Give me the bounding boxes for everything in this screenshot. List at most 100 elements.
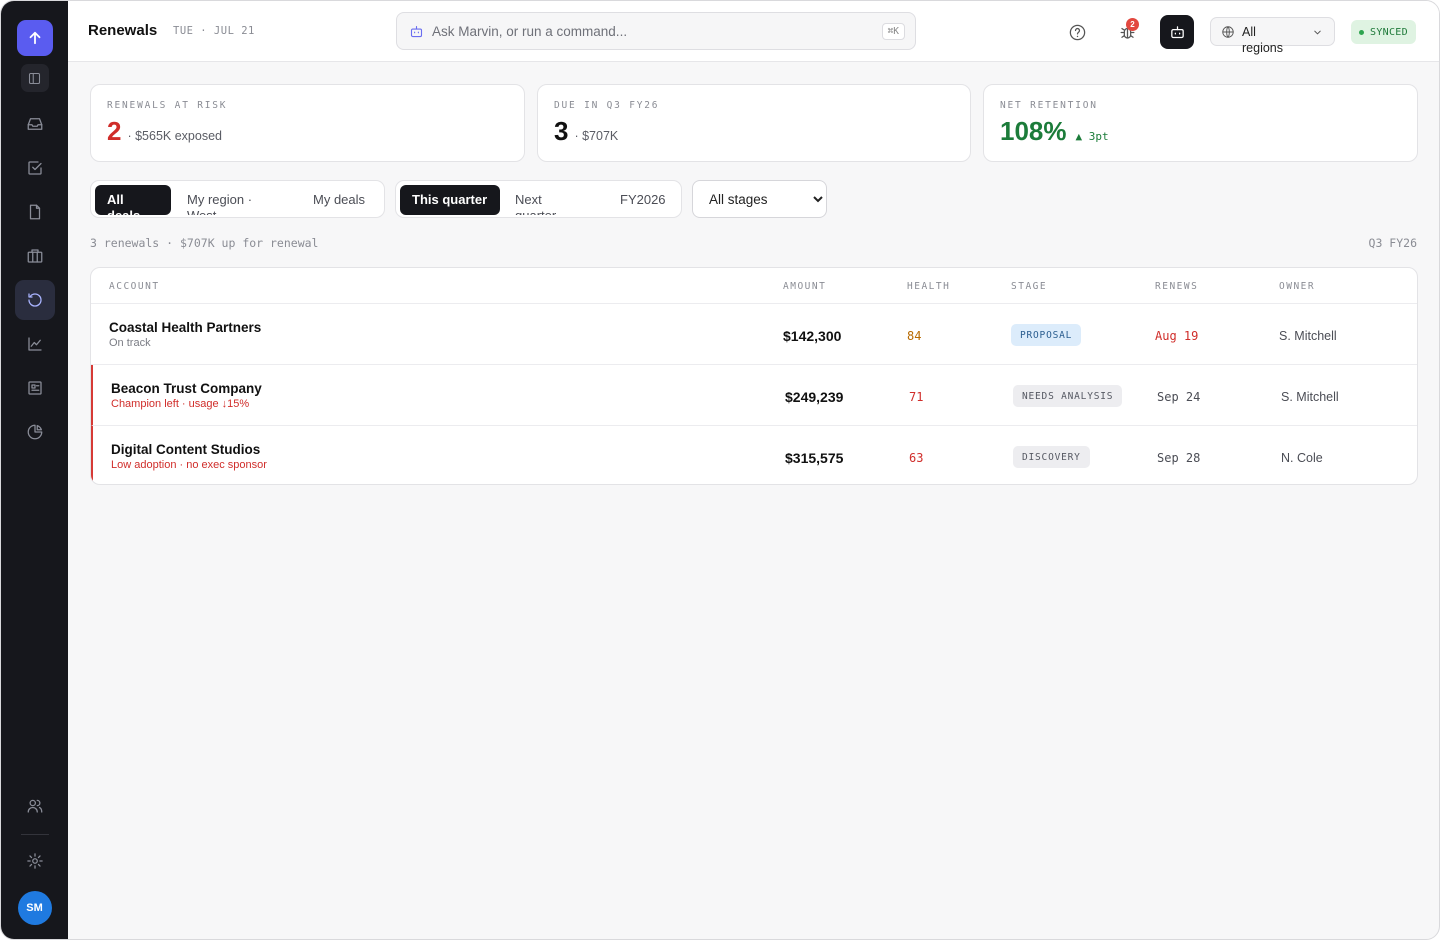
page-title: Renewals bbox=[88, 22, 158, 39]
kpi-value: 108% bbox=[1000, 116, 1067, 146]
period-filter: This quarter Next quarter FY2026 bbox=[395, 180, 682, 218]
robot-icon bbox=[1170, 25, 1184, 38]
health-score: 63 bbox=[909, 451, 924, 465]
health-score: 84 bbox=[907, 329, 922, 343]
sidebar-item-documents[interactable] bbox=[15, 192, 55, 232]
column-header-owner[interactable]: OWNER bbox=[1279, 281, 1315, 292]
renewals-table: ACCOUNT AMOUNT HEALTH STAGE RENEWS OWNER… bbox=[90, 267, 1418, 485]
top-bar: Renewals TUE · JUL 21 ⌘K 2 All regions S… bbox=[68, 1, 1439, 62]
sidebar-item-tasks[interactable] bbox=[15, 148, 55, 188]
filter-this-quarter[interactable]: This quarter bbox=[400, 185, 500, 215]
kpi-label: RENEWALS AT RISK bbox=[107, 100, 228, 111]
kpi-label: DUE IN Q3 FY26 bbox=[554, 100, 660, 111]
sidebar-item-renewals[interactable] bbox=[14, 280, 55, 320]
kpi-label: NET RETENTION bbox=[1000, 100, 1098, 111]
table-row[interactable]: Coastal Health Partners On track $142,30… bbox=[91, 304, 1417, 365]
amount-cell: $249,239 bbox=[785, 389, 844, 405]
gear-icon bbox=[26, 853, 43, 869]
chevron-down-icon bbox=[1314, 30, 1321, 35]
amount-cell: $142,300 bbox=[783, 328, 842, 344]
column-header-account[interactable]: ACCOUNT bbox=[109, 281, 160, 292]
sidebar-item-accounts[interactable] bbox=[15, 236, 55, 276]
task-check-icon bbox=[27, 161, 42, 175]
sidebar-item-team[interactable] bbox=[15, 786, 55, 826]
notification-badge: 2 bbox=[1126, 18, 1139, 31]
sidebar-item-reports[interactable] bbox=[15, 412, 55, 452]
account-cell: Coastal Health Partners On track bbox=[109, 320, 261, 349]
renews-date: Sep 28 bbox=[1157, 451, 1201, 465]
sidebar-item-settings[interactable] bbox=[15, 841, 55, 881]
sync-dot bbox=[1359, 29, 1364, 35]
filter-next-quarter[interactable]: Next quarter bbox=[503, 185, 595, 215]
column-header-renews[interactable]: RENEWS bbox=[1155, 281, 1198, 292]
filter-my-region[interactable]: My region · West bbox=[175, 185, 293, 215]
filter-all-deals[interactable]: All deals bbox=[95, 185, 171, 215]
account-name[interactable]: Beacon Trust Company bbox=[111, 381, 262, 396]
stage-badge: DISCOVERY bbox=[1013, 446, 1090, 468]
kpi-card-due: DUE IN Q3 FY26 3 · $707K bbox=[537, 84, 971, 162]
globe-icon bbox=[1222, 26, 1234, 38]
command-shortcut-hint: ⌘K bbox=[881, 22, 905, 40]
filter-my-deals[interactable]: My deals bbox=[301, 185, 381, 215]
filter-fy2026[interactable]: FY2026 bbox=[608, 185, 680, 215]
sidebar-bottom: SM bbox=[15, 786, 55, 939]
sidebar-item-analytics[interactable] bbox=[15, 324, 55, 364]
owner-cell: N. Cole bbox=[1281, 451, 1323, 465]
current-date: TUE · JUL 21 bbox=[173, 25, 255, 37]
sidebar-item-contacts[interactable] bbox=[15, 368, 55, 408]
account-name[interactable]: Digital Content Studios bbox=[111, 442, 267, 457]
kpi-delta: ▲ 3pt bbox=[1075, 130, 1109, 143]
risk-note: Champion left · usage ↓15% bbox=[111, 398, 250, 410]
kpi-subtext: · $565K exposed bbox=[127, 129, 222, 143]
kpi-card-at-risk: RENEWALS AT RISK 2 · $565K exposed bbox=[90, 84, 525, 162]
sync-status-badge: SYNCED bbox=[1351, 20, 1416, 44]
help-button[interactable] bbox=[1060, 15, 1094, 49]
kpi-card-retention: NET RETENTION 108% ▲ 3pt bbox=[983, 84, 1418, 162]
user-avatar[interactable]: SM bbox=[17, 891, 52, 925]
collapse-sidebar-button[interactable] bbox=[20, 64, 49, 92]
kpi-value: 2 bbox=[107, 116, 122, 146]
stage-badge: NEEDS ANALYSIS bbox=[1013, 385, 1123, 407]
scope-filter: All deals My region · West My deals bbox=[90, 180, 385, 218]
briefcase-icon bbox=[27, 249, 42, 263]
app-logo-button[interactable] bbox=[16, 20, 53, 56]
sidebar-toggle-icon bbox=[28, 72, 41, 84]
account-name[interactable]: Coastal Health Partners bbox=[109, 320, 261, 335]
arrow-up-icon bbox=[29, 31, 40, 45]
renews-date: Sep 24 bbox=[1157, 390, 1201, 404]
kpi-value: 3 bbox=[554, 116, 569, 146]
renewals-icon bbox=[27, 293, 42, 307]
table-header: ACCOUNT AMOUNT HEALTH STAGE RENEWS OWNER bbox=[91, 268, 1417, 304]
results-summary: 3 renewals · $707K up for renewal bbox=[90, 236, 319, 250]
help-circle-icon bbox=[1069, 24, 1085, 40]
issues-button[interactable]: 2 bbox=[1110, 15, 1144, 49]
inbox-icon bbox=[27, 118, 42, 130]
amount-cell: $315,575 bbox=[785, 450, 844, 466]
command-bar[interactable]: ⌘K bbox=[396, 12, 916, 50]
owner-cell: S. Mitchell bbox=[1279, 329, 1337, 343]
health-score: 71 bbox=[909, 390, 924, 404]
document-icon bbox=[29, 204, 40, 220]
column-header-amount[interactable]: AMOUNT bbox=[783, 281, 826, 292]
sidebar-item-inbox[interactable] bbox=[15, 104, 55, 144]
table-row[interactable]: Digital Content Studios Low adoption · n… bbox=[91, 426, 1417, 484]
stage-select[interactable]: All stages bbox=[692, 180, 827, 218]
sync-status-text: SYNCED bbox=[1370, 26, 1408, 38]
account-cell: Digital Content Studios Low adoption · n… bbox=[111, 442, 267, 471]
kpi-subtext: · $707K bbox=[574, 129, 619, 143]
pie-chart-icon bbox=[27, 424, 42, 440]
app-window: SM Renewals TUE · JUL 21 ⌘K 2 All region… bbox=[0, 0, 1440, 940]
contact-card-icon bbox=[27, 381, 42, 395]
command-input[interactable] bbox=[432, 23, 882, 39]
users-icon bbox=[27, 799, 42, 813]
account-note: On track bbox=[109, 337, 151, 349]
column-header-stage[interactable]: STAGE bbox=[1011, 281, 1047, 292]
sidebar-nav bbox=[14, 104, 55, 452]
table-row[interactable]: Beacon Trust Company Champion left · usa… bbox=[91, 365, 1417, 426]
column-header-health[interactable]: HEALTH bbox=[907, 281, 950, 292]
period-label: Q3 FY26 bbox=[1368, 236, 1417, 250]
assistant-button[interactable] bbox=[1160, 15, 1194, 49]
region-selector[interactable]: All regions bbox=[1210, 17, 1335, 55]
assistant-bot-icon bbox=[410, 25, 423, 37]
stage-badge: PROPOSAL bbox=[1011, 324, 1082, 346]
